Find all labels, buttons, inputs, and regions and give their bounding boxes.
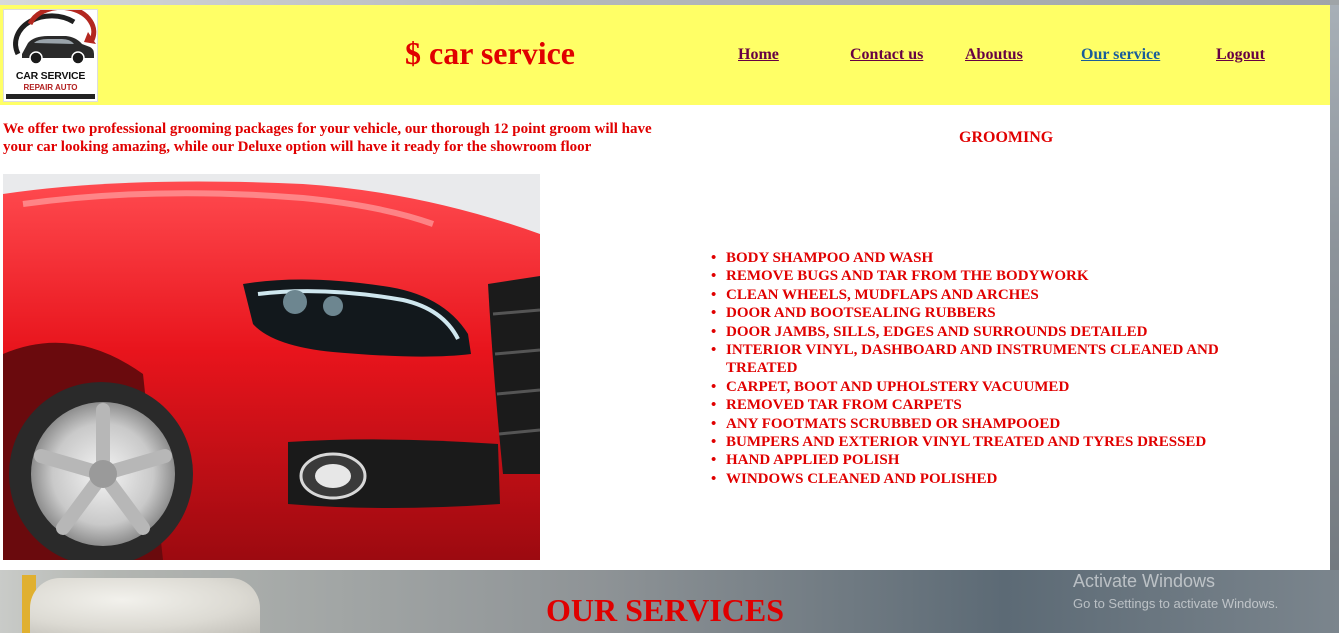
list-item: BODY SHAMPOO AND WASH: [711, 249, 1271, 268]
list-item: CLEAN WHEELS, MUDFLAPS AND ARCHES: [711, 286, 1271, 305]
mechanic-glove: [30, 578, 260, 633]
list-item: WINDOWS CLEANED AND POLISHED: [711, 470, 1271, 489]
nav-link-our-service[interactable]: Our service: [1081, 46, 1160, 64]
grooming-heading: GROOMING: [959, 129, 1054, 146]
list-item: CARPET, BOOT AND UPHOLSTERY VACUUMED: [711, 378, 1271, 397]
logo-text-secondary: REPAIR AUTO: [23, 83, 78, 92]
nav-link-contact-us[interactable]: Contact us: [850, 46, 923, 64]
list-item: DOOR AND BOOTSEALING RUBBERS: [711, 304, 1271, 323]
site-logo[interactable]: CAR SERVICE REPAIR AUTO: [3, 9, 98, 102]
grooming-checklist: BODY SHAMPOO AND WASH REMOVE BUGS AND TA…: [711, 249, 1271, 489]
list-item: HAND APPLIED POLISH: [711, 451, 1271, 470]
list-item: REMOVE BUGS AND TAR FROM THE BODYWORK: [711, 267, 1271, 286]
nav-link-home[interactable]: Home: [738, 46, 779, 64]
activate-windows-watermark-title: Activate Windows: [1073, 571, 1216, 591]
activate-windows-watermark-subtitle: Go to Settings to activate Windows.: [1073, 596, 1279, 611]
red-car-photo: [3, 174, 540, 560]
list-item: INTERIOR VINYL, DASHBOARD AND INSTRUMENT…: [711, 341, 1271, 378]
site-header: CAR SERVICE REPAIR AUTO $ car service Ho…: [0, 5, 1330, 105]
list-item: ANY FOOTMATS SCRUBBED OR SHAMPOOED: [711, 415, 1271, 434]
grooming-intro-text: We offer two professional grooming packa…: [3, 121, 652, 155]
list-item: BUMPERS AND EXTERIOR VINYL TREATED AND T…: [711, 433, 1271, 452]
nav-link-about-us[interactable]: Aboutus: [965, 46, 1023, 64]
logo-divider-bar: [6, 94, 95, 99]
logo-text-primary: CAR SERVICE: [15, 70, 86, 82]
site-title: $ car service: [405, 35, 575, 71]
our-services-heading: OUR SERVICES: [546, 592, 785, 628]
car-logo-icon: [13, 10, 97, 65]
nav-link-logout[interactable]: Logout: [1216, 46, 1265, 64]
list-item: DOOR JAMBS, SILLS, EDGES AND SURROUNDS D…: [711, 323, 1271, 342]
list-item: REMOVED TAR FROM CARPETS: [711, 396, 1271, 415]
grooming-section: We offer two professional grooming packa…: [0, 105, 1330, 570]
